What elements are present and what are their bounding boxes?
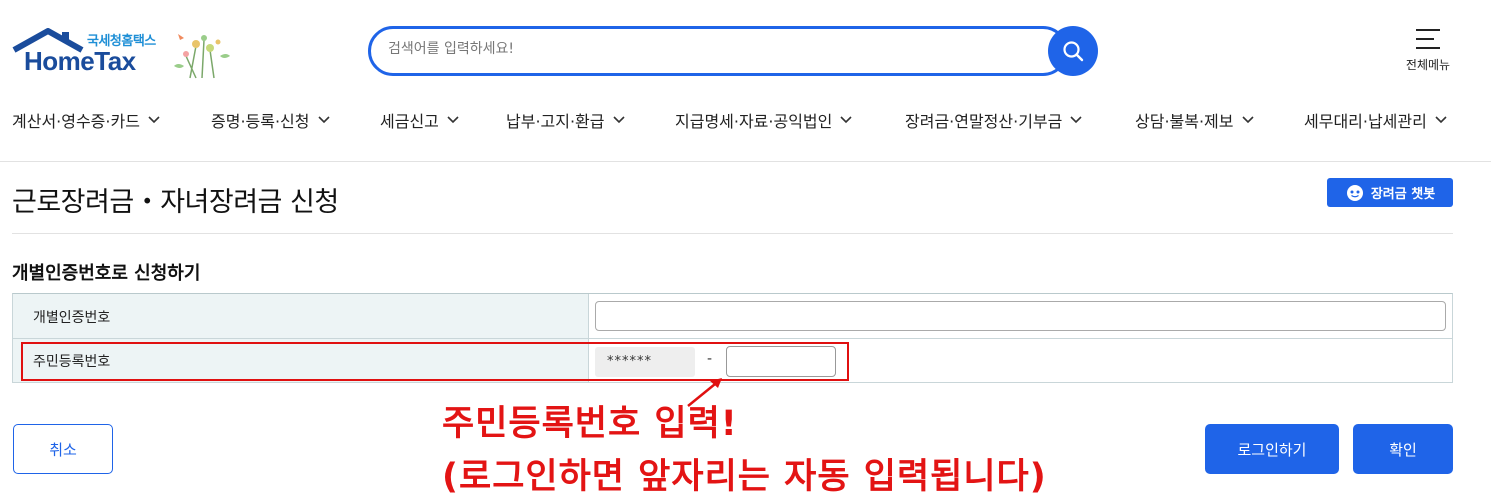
- nav-item-certificates[interactable]: 증명·등록·신청: [211, 108, 330, 132]
- chevron-down-icon: [447, 116, 459, 124]
- nav-item-statements[interactable]: 지급명세·자료·공익법인: [675, 108, 852, 132]
- nav-item-label: 계산서·영수증·카드: [12, 112, 140, 131]
- form-row-cert: 개별인증번호: [13, 294, 1452, 339]
- search-bar: [368, 26, 1098, 76]
- chevron-down-icon: [317, 116, 330, 124]
- chevron-down-icon: [840, 116, 852, 124]
- cert-number-input[interactable]: [595, 301, 1446, 331]
- chevron-down-icon: [148, 116, 160, 124]
- chatbot-button[interactable]: 장려금 챗봇: [1327, 178, 1453, 207]
- annotation-line-1: 주민등록번호 입력!: [442, 404, 738, 444]
- nav-item-incentives[interactable]: 장려금·연말정산·기부금: [905, 108, 1082, 132]
- nav-item-label: 납부·고지·환급: [506, 112, 605, 131]
- chevron-down-icon: [1070, 116, 1082, 124]
- all-menu-label: 전체메뉴: [1405, 58, 1451, 72]
- nav-item-label: 장려금·연말정산·기부금: [905, 112, 1063, 131]
- logo-title: HomeTax: [24, 46, 136, 76]
- annotation-line-2: (로그인하면 앞자리는 자동 입력됩니다): [442, 457, 1047, 497]
- nav-item-tax-agent[interactable]: 세무대리·납세관리: [1304, 108, 1447, 132]
- search-input[interactable]: [388, 38, 1028, 60]
- nav-item-label: 증명·등록·신청: [211, 112, 310, 131]
- nav-item-payment[interactable]: 납부·고지·환급: [506, 108, 625, 132]
- chatbot-label: 장려금 챗봇: [1370, 187, 1436, 202]
- nav-item-label: 상담·불복·제보: [1135, 112, 1234, 131]
- chatbot-icon: [1346, 184, 1363, 201]
- nav-item-label: 세무대리·납세관리: [1304, 112, 1427, 131]
- hamburger-icon: [1416, 29, 1440, 49]
- flower-illustration-icon: [174, 34, 230, 79]
- nav-item-consulting[interactable]: 상담·불복·제보: [1135, 108, 1254, 132]
- cert-label: 개별인증번호: [33, 310, 111, 326]
- chevron-down-icon: [1435, 116, 1447, 124]
- login-button[interactable]: 로그인하기: [1205, 424, 1339, 474]
- cert-label-cell: 개별인증번호: [13, 294, 589, 338]
- cancel-button[interactable]: 취소: [13, 424, 113, 474]
- search-button[interactable]: [1048, 26, 1098, 76]
- title-divider: [12, 233, 1453, 234]
- all-menu-button[interactable]: 전체메뉴: [1398, 28, 1458, 78]
- section-title: 개별인증번호로 신청하기: [12, 263, 201, 284]
- nav-item-receipts[interactable]: 계산서·영수증·카드: [12, 108, 160, 132]
- confirm-button[interactable]: 확인: [1353, 424, 1453, 474]
- chevron-down-icon: [612, 116, 625, 124]
- search-icon: [1063, 41, 1084, 62]
- chevron-down-icon: [1241, 116, 1254, 124]
- nav-item-tax-report[interactable]: 세금신고: [380, 108, 459, 132]
- nav-divider: [0, 161, 1491, 162]
- page-title: 근로장려금・자녀장려금 신청: [12, 187, 339, 218]
- main-nav: 계산서·영수증·카드 증명·등록·신청 세금신고 납부·고지·환급 지급명세·자…: [0, 104, 1491, 138]
- nav-item-label: 세금신고: [380, 112, 439, 131]
- hometax-logo[interactable]: 국세청홈택스 HomeTax: [12, 26, 232, 82]
- nav-item-label: 지급명세·자료·공익법인: [675, 112, 833, 131]
